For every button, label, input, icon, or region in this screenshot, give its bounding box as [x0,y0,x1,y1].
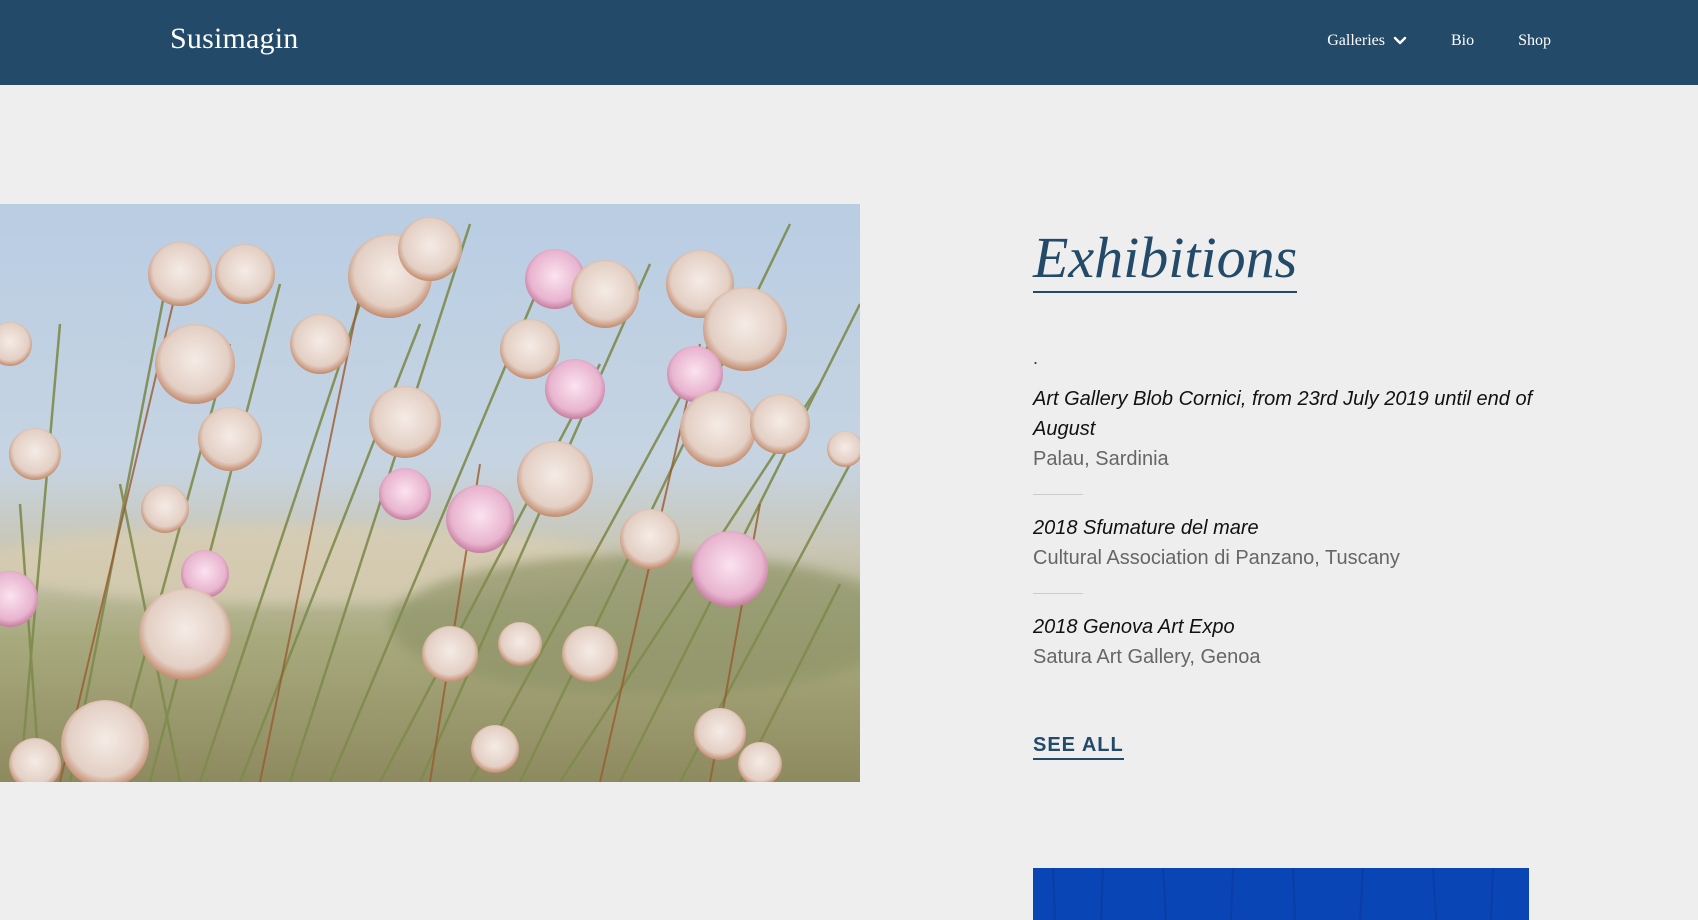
exhibitions-heading: Exhibitions [1033,226,1298,293]
divider [1033,593,1083,594]
list-item: 2018 Genova Art Expo Satura Art Gallery,… [1033,612,1553,672]
nav-item-galleries[interactable]: Galleries [1327,32,1407,50]
list-item: 2018 Sfumature del mare Cultural Associa… [1033,513,1553,573]
nav-item-bio-label: Bio [1450,32,1475,49]
see-all-link[interactable]: SEE ALL [1033,734,1124,760]
exhibition-title: 2018 Genova Art Expo [1033,616,1235,638]
exhibition-location: Palau, Sardinia [1033,448,1169,470]
nav-item-shop[interactable]: Shop [1518,32,1551,50]
main-nav: Galleries Bio Shop [1327,32,1551,50]
exhibitions-list: Art Gallery Blob Cornici, from 23rd July… [1033,384,1553,672]
site-logo[interactable]: Susimagin [170,22,298,56]
site-header: Susimagin Galleries Bio Shop [0,0,1698,85]
exhibitions-lead: . [1033,348,1039,368]
blue-painting-image [1033,868,1529,920]
list-item: Art Gallery Blob Cornici, from 23rd July… [1033,384,1553,474]
chevron-down-icon [1393,36,1407,45]
nav-item-galleries-label: Galleries [1327,32,1385,49]
exhibition-title: 2018 Sfumature del mare [1033,517,1259,539]
hero-image [0,204,860,782]
exhibition-title: Art Gallery Blob Cornici, from 23rd July… [1033,388,1533,440]
flower-photo [0,204,860,782]
divider [1033,494,1083,495]
nav-item-shop-label: Shop [1518,32,1551,49]
artwork-thumbnail[interactable] [1033,868,1529,920]
exhibition-location: Cultural Association di Panzano, Tuscany [1033,547,1400,569]
exhibition-location: Satura Art Gallery, Genoa [1033,646,1261,668]
nav-item-bio[interactable]: Bio [1451,32,1474,50]
